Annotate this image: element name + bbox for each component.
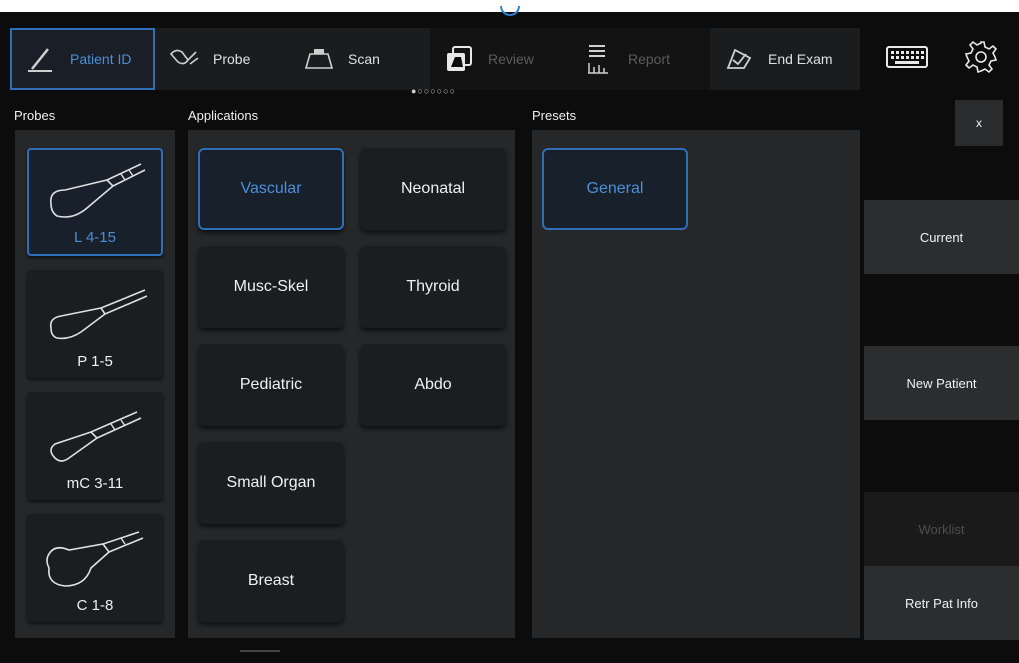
current-button[interactable]: Current: [864, 200, 1019, 274]
app-thyroid[interactable]: Thyroid: [360, 246, 506, 328]
presets-panel: General: [532, 130, 860, 638]
app-breast[interactable]: Breast: [198, 540, 344, 622]
phased-probe-icon: [49, 289, 148, 340]
tab-label: Probe: [213, 51, 251, 67]
tab-probe[interactable]: Probe: [155, 28, 290, 90]
pull-down-handle-icon[interactable]: [500, 6, 520, 16]
keyboard-button[interactable]: [876, 28, 938, 90]
top-toolbar: Patient ID Probe Scan Review Report End …: [0, 0, 1019, 100]
worklist-button[interactable]: Worklist: [864, 492, 1019, 566]
pen-icon: [22, 44, 60, 74]
probe-icon: [165, 44, 203, 74]
probe-c1-8[interactable]: C 1-8: [27, 514, 163, 622]
applications-title: Applications: [188, 108, 259, 123]
app-abdo[interactable]: Abdo: [360, 344, 506, 426]
probe-label: P 1-5: [77, 353, 113, 370]
probe-mc3-11[interactable]: mC 3-11: [27, 392, 163, 500]
tab-label: Patient ID: [70, 51, 132, 67]
new-patient-button[interactable]: New Patient: [864, 346, 1019, 420]
tab-review[interactable]: Review: [430, 28, 570, 90]
tab-label: End Exam: [768, 51, 833, 67]
review-icon: [440, 44, 478, 74]
app-neonatal[interactable]: Neonatal: [360, 148, 506, 230]
probes-title: Probes: [14, 108, 56, 123]
report-icon: [580, 44, 618, 74]
app-pediatric[interactable]: Pediatric: [198, 344, 344, 426]
microconvex-probe-icon: [50, 411, 142, 462]
gear-icon: [963, 39, 999, 80]
app-vascular[interactable]: Vascular: [198, 148, 344, 230]
tab-patient-id[interactable]: Patient ID: [10, 28, 155, 90]
retr-pat-info-button[interactable]: Retr Pat Info: [864, 566, 1019, 640]
bottom-handle[interactable]: [240, 650, 280, 652]
presets-title: Presets: [532, 108, 577, 123]
convex-probe-icon: [46, 531, 144, 587]
probe-label: L 4-15: [74, 229, 116, 246]
applications-panel: Vascular Neonatal Musc-Skel Thyroid Pedi…: [188, 130, 515, 638]
keyboard-icon: [886, 45, 928, 73]
close-button[interactable]: x: [955, 100, 1003, 146]
app-musc-skel[interactable]: Musc-Skel: [198, 246, 344, 328]
tab-label: Scan: [348, 51, 380, 67]
preset-general[interactable]: General: [542, 148, 688, 230]
workflow-tabs: Patient ID Probe Scan Review Report End …: [10, 28, 860, 90]
end-exam-icon: [720, 44, 758, 74]
settings-button[interactable]: [950, 28, 1012, 90]
probe-label: C 1-8: [76, 597, 114, 614]
tab-end-exam[interactable]: End Exam: [710, 28, 860, 90]
tab-label: Review: [488, 51, 534, 67]
tab-scan[interactable]: Scan: [290, 28, 430, 90]
probes-panel: L 4-15 P 1-5 mC 3-11 C 1-8: [15, 130, 175, 638]
app-small-organ[interactable]: Small Organ: [198, 442, 344, 524]
tab-label: Report: [628, 51, 671, 67]
tab-report[interactable]: Report: [570, 28, 710, 90]
probe-p1-5[interactable]: P 1-5: [27, 270, 163, 378]
probe-l4-15[interactable]: L 4-15: [27, 148, 163, 256]
scan-icon: [300, 44, 338, 74]
probe-label: mC 3-11: [66, 475, 124, 492]
linear-probe-icon: [49, 163, 146, 218]
page-indicator: ●○○○○○○: [411, 86, 457, 96]
